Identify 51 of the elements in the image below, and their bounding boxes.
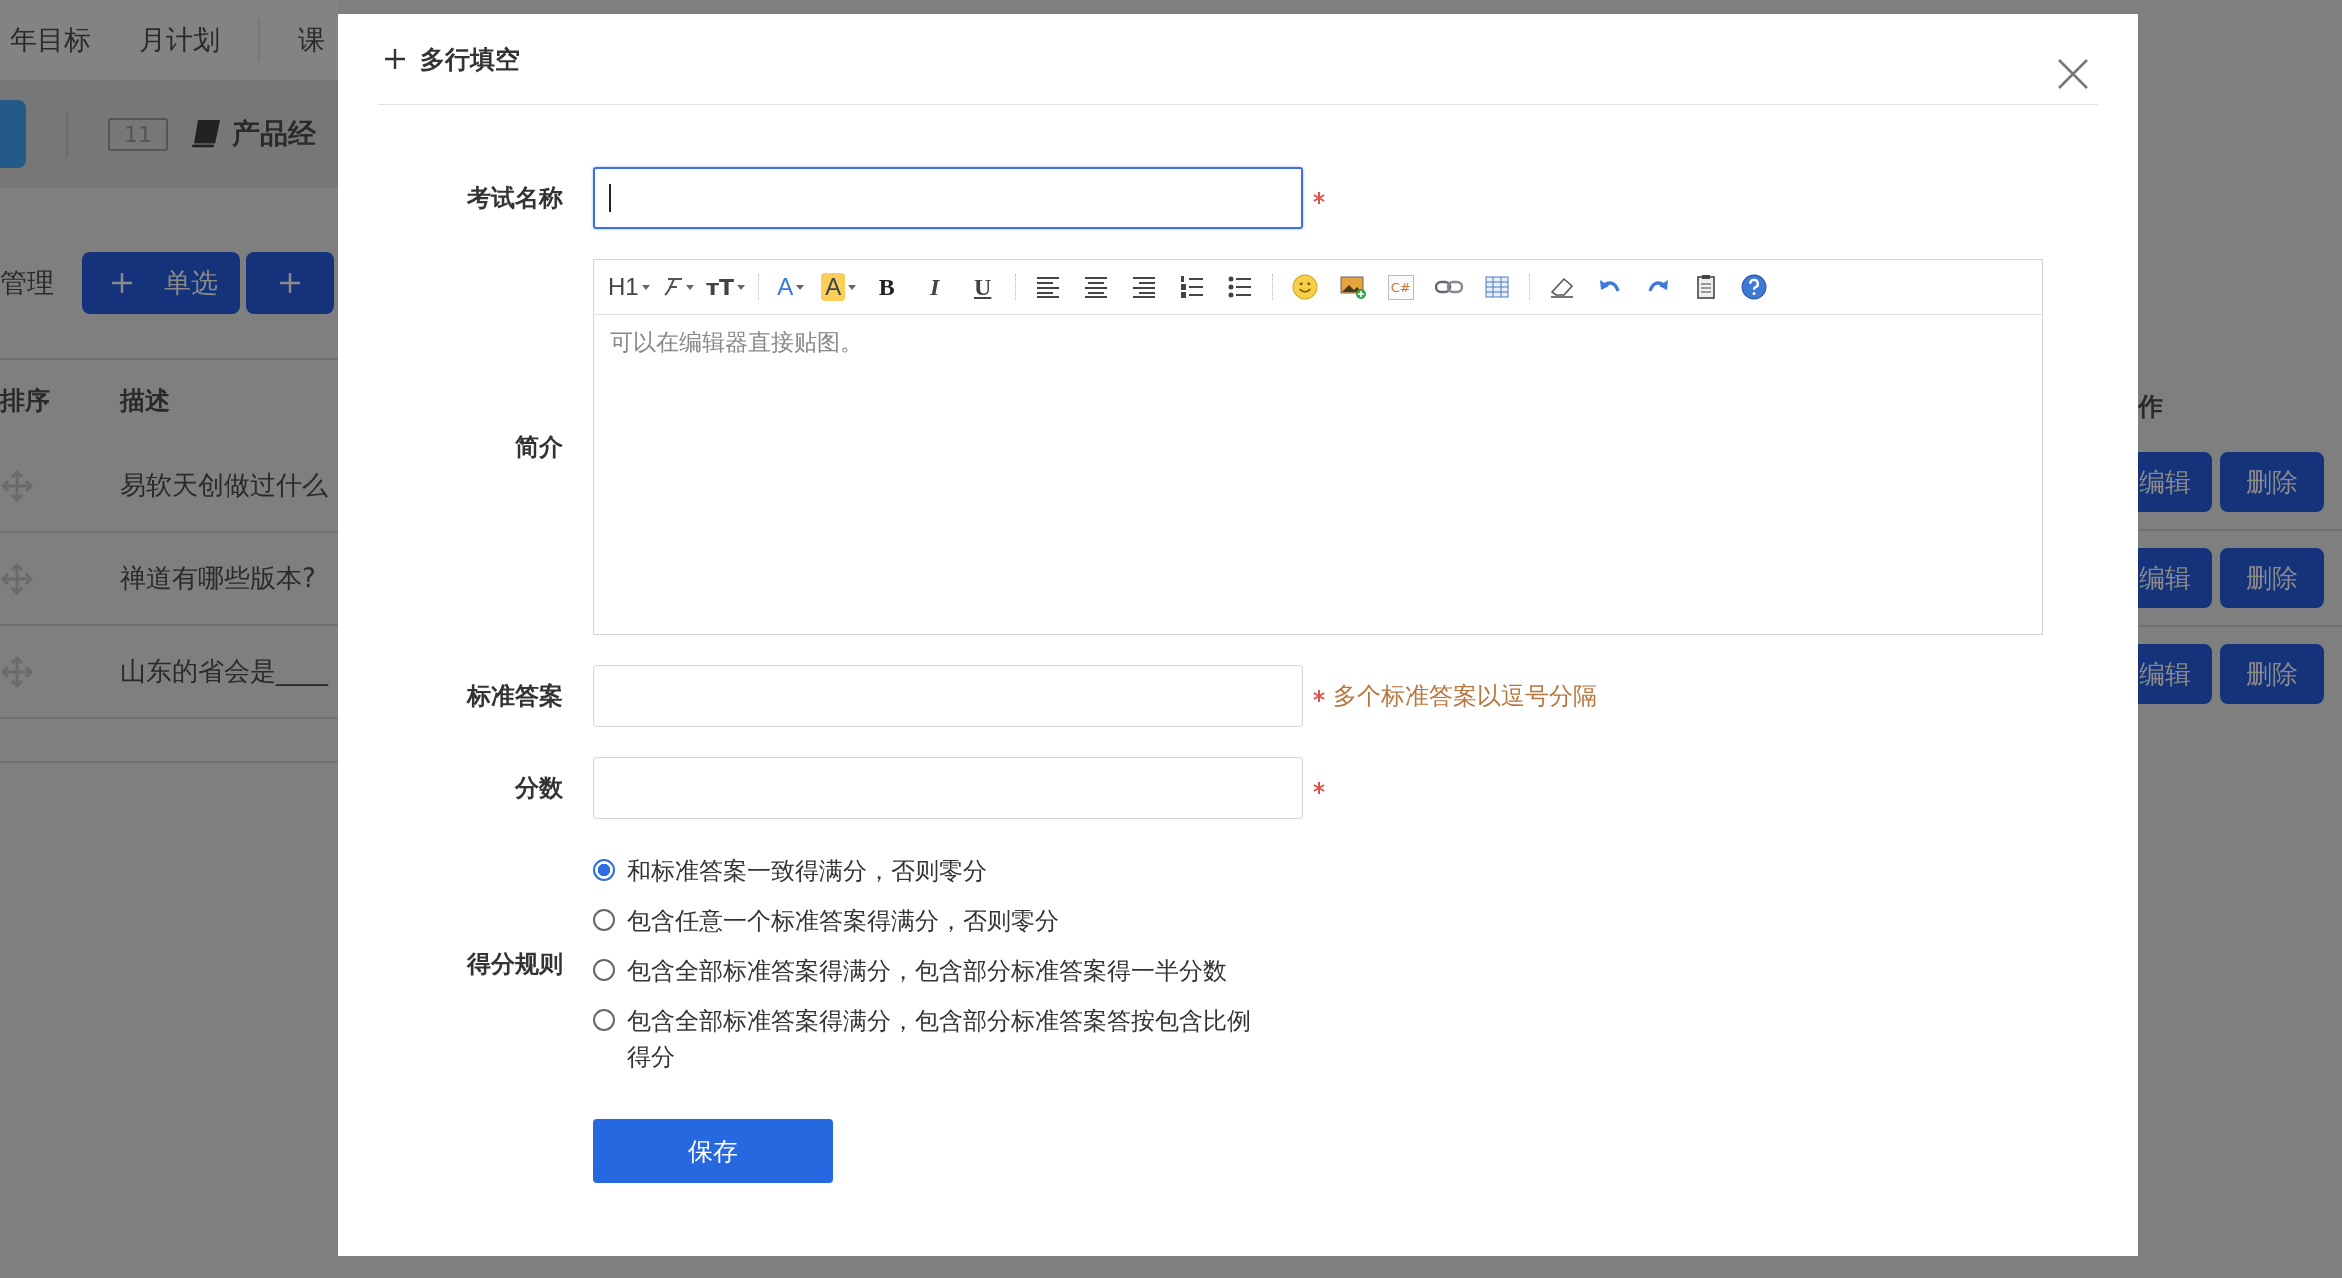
section-label: 管理: [0, 266, 54, 300]
plus-icon: [384, 48, 406, 70]
column-header: 排序: [0, 384, 51, 417]
code-button[interactable]: C#: [1378, 269, 1423, 305]
add-button[interactable]: 单选: [82, 252, 240, 314]
edit-button[interactable]: 编辑: [2138, 644, 2212, 704]
font-size-button[interactable]: ᴛT: [703, 269, 748, 305]
add-button[interactable]: [246, 252, 334, 314]
column-header: 描述: [120, 384, 170, 417]
table-cell-text: 易软天创做过什么: [120, 469, 328, 502]
delete-button[interactable]: 删除: [2220, 452, 2324, 512]
highlight-button[interactable]: A: [816, 269, 861, 305]
radio-label[interactable]: 包含任意一个标准答案得满分，否则零分: [627, 903, 1059, 939]
field-label: 得分规则: [465, 949, 564, 980]
field-hint: 多个标准答案以逗号分隔: [1333, 681, 1597, 712]
field-label: 分数: [513, 773, 564, 804]
book-icon: [190, 119, 222, 149]
text-field[interactable]: [593, 167, 1303, 229]
nav-tab[interactable]: 月计划: [139, 22, 220, 58]
column-header: 作: [2138, 391, 2163, 423]
radio-button[interactable]: [593, 859, 615, 881]
field-label: 标准答案: [465, 681, 564, 712]
radio-label[interactable]: 包含全部标准答案得满分，包含部分标准答案答按包含比例得分: [627, 1003, 1273, 1075]
bold-button[interactable]: B: [864, 269, 909, 305]
save-button[interactable]: 保存: [593, 1119, 833, 1183]
radio-label[interactable]: 包含全部标准答案得满分，包含部分标准答案得一半分数: [627, 953, 1227, 989]
radio-label[interactable]: 和标准答案一致得满分，否则零分: [627, 853, 987, 889]
edit-button[interactable]: 编辑: [2138, 452, 2212, 512]
underline-button[interactable]: U: [960, 269, 1005, 305]
course-title: 产品经: [232, 116, 316, 152]
field-label: 简介: [514, 432, 564, 463]
radio-button[interactable]: [593, 1009, 615, 1031]
delete-button[interactable]: 删除: [2220, 548, 2324, 608]
close-icon[interactable]: [2058, 59, 2088, 89]
italic-button[interactable]: I: [912, 269, 957, 305]
dialog-title: 多行填空: [420, 43, 520, 76]
table-cell-text: 禅道有哪些版本?: [120, 562, 316, 595]
radio-button[interactable]: [593, 909, 615, 931]
plus-icon: [110, 271, 134, 295]
font-color-button[interactable]: A: [768, 269, 813, 305]
editor-placeholder: 可以在编辑器直接贴图。: [610, 329, 863, 355]
table-cell-text: 山东的省会是____: [120, 655, 328, 688]
field-label: 考试名称: [466, 183, 564, 214]
nav-tab[interactable]: 年目标: [10, 22, 91, 58]
heading-button[interactable]: H1: [606, 269, 652, 305]
radio-button[interactable]: [593, 959, 615, 981]
delete-button[interactable]: 删除: [2220, 644, 2324, 704]
plus-icon: [278, 271, 302, 295]
rich-text-area[interactable]: 可以在编辑器直接贴图。: [594, 315, 2042, 634]
nav-tab[interactable]: 课: [298, 22, 325, 58]
edit-button[interactable]: 编辑: [2138, 548, 2212, 608]
